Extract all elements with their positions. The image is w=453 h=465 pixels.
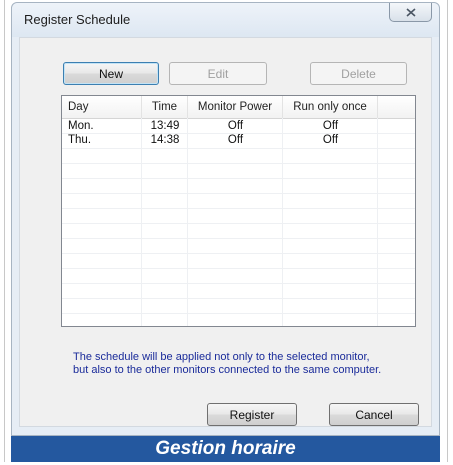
delete-button[interactable]: Delete [310,62,407,85]
grid-line [62,178,415,179]
column-header-label: Monitor Power [197,101,273,113]
grid-line [62,313,415,314]
cancel-button[interactable]: Cancel [329,403,419,426]
grid-line [62,283,415,284]
cell-run-only-once: Off [322,134,339,146]
grid-line [62,223,415,224]
note-line-1: The schedule will be applied not only to… [73,351,370,363]
column-header-run-only-once[interactable]: Run only once [283,96,378,118]
close-icon [405,7,416,17]
column-header-label: Run only once [293,101,367,113]
column-header-monitor-power[interactable]: Monitor Power [188,96,283,118]
grid-line [62,193,415,194]
cell-time: 13:49 [150,120,180,132]
grid-line [62,268,415,269]
column-header-filler [378,96,415,118]
grid-line [62,163,415,164]
grid-line [62,298,415,299]
banner-caption: Gestion horaire [155,438,296,459]
close-button[interactable] [389,3,432,22]
note-line-2: but also to the other monitors connected… [73,364,382,376]
grid-line [62,148,415,149]
cell-time: 14:38 [150,134,180,146]
column-header-time[interactable]: Time [142,96,188,118]
column-header-label: Time [151,101,178,113]
grid-line [187,118,188,326]
grid-line [62,238,415,239]
grid-line [141,118,142,326]
register-button[interactable]: Register [207,403,297,426]
column-header-label: Day [68,101,89,113]
grid-line [377,118,378,326]
cell-day: Mon. [68,120,94,132]
cell-monitor-power: Off [227,120,244,132]
register-schedule-dialog: Register Schedule New Edit Delete Day Ti… [11,2,440,436]
new-button[interactable]: New [63,62,159,85]
list-header: Day Time Monitor Power Run only once [62,96,415,119]
grid-line [282,118,283,326]
window-title: Register Schedule [24,12,131,27]
cell-run-only-once: Off [322,120,339,132]
edit-button[interactable]: Edit [169,62,267,85]
caption-banner: Gestion horaire [11,436,440,462]
grid-line [62,253,415,254]
column-header-day[interactable]: Day [62,96,142,118]
schedule-list[interactable]: Day Time Monitor Power Run only once Mon… [61,95,416,327]
cell-day: Thu. [68,134,92,146]
schedule-note: The schedule will be applied not only to… [73,351,413,377]
grid-line [62,208,415,209]
cell-monitor-power: Off [227,134,244,146]
title-bar[interactable]: Register Schedule [12,3,439,37]
